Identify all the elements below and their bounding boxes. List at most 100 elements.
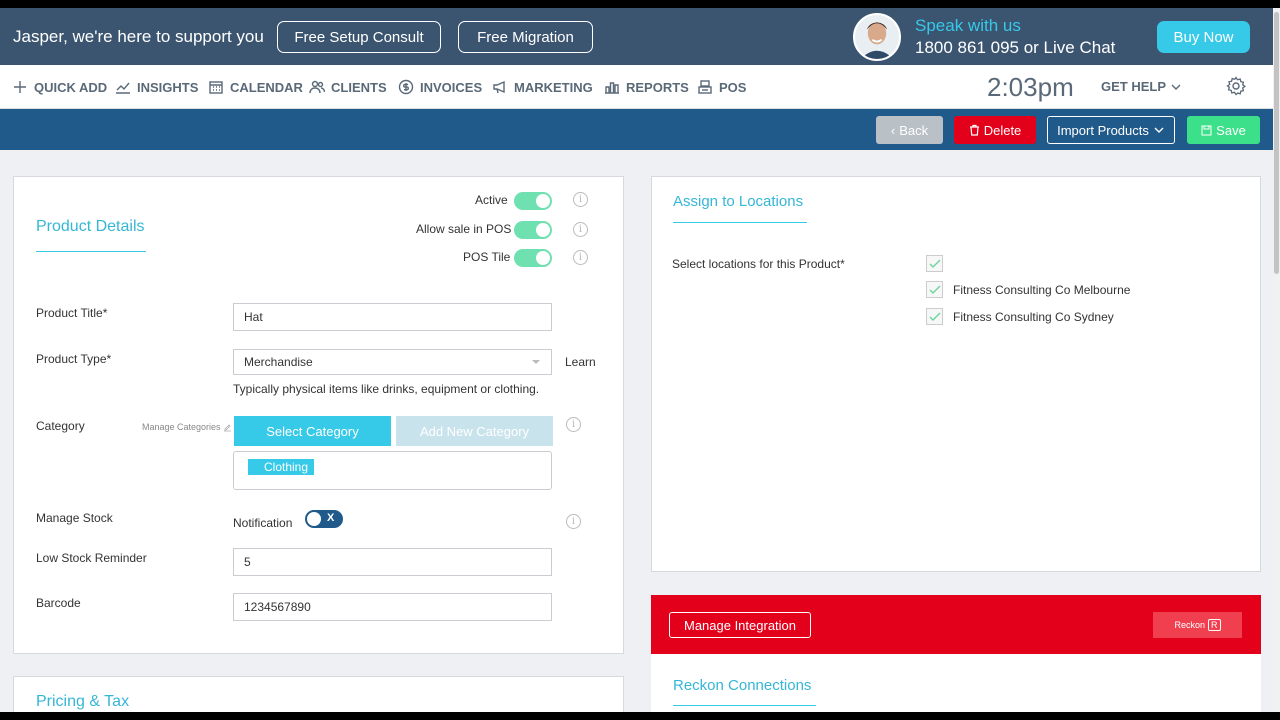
category-label: Category (36, 419, 85, 433)
page: Jasper, we're here to support you Free S… (0, 8, 1273, 712)
product-details-title: Product Details (36, 218, 145, 235)
plus-icon (14, 81, 26, 93)
low-stock-label: Low Stock Reminder (36, 551, 147, 565)
active-label: Active (475, 193, 508, 207)
nav-label: CALENDAR (230, 79, 303, 95)
support-bar: Jasper, we're here to support you Free S… (0, 8, 1273, 65)
nav-marketing[interactable]: MARKETING (492, 79, 593, 95)
megaphone-icon (493, 80, 505, 94)
save-label: Save (1216, 122, 1246, 138)
back-button[interactable]: ‹ Back (876, 116, 943, 144)
support-message: Jasper, we're here to support you (13, 27, 264, 46)
manage-categories-label: Manage Categories (142, 422, 221, 432)
assign-locations-card: Assign to Locations Select locations for… (651, 176, 1261, 572)
learn-link[interactable]: Learn (565, 355, 596, 369)
check-icon (929, 259, 941, 269)
manage-categories-link[interactable]: Manage Categories (142, 422, 232, 432)
gear-icon[interactable] (1226, 76, 1246, 96)
dollar-circle-icon (398, 79, 414, 95)
manage-stock-label: Manage Stock (36, 511, 113, 525)
integration-header: Manage Integration Reckon R (651, 595, 1261, 654)
notification-toggle[interactable]: X (305, 510, 343, 528)
nav-calendar[interactable]: CALENDAR (208, 79, 303, 95)
current-time: 2:03pm (987, 72, 1074, 102)
add-new-category-button[interactable]: Add New Category (396, 416, 553, 446)
title-underline (673, 705, 816, 706)
nav-quick-add[interactable]: QUICK ADD (12, 79, 107, 95)
save-icon (1201, 125, 1212, 135)
integration-card: Manage Integration Reckon R Reckon Conne… (651, 595, 1261, 712)
select-locations-label: Select locations for this Product* (672, 257, 845, 271)
delete-button[interactable]: Delete (954, 116, 1036, 144)
nav-pos[interactable]: POS (697, 79, 746, 95)
product-type-select[interactable]: Merchandise (233, 349, 552, 375)
product-title-input[interactable]: Hat (233, 303, 552, 331)
location-checkbox-melbourne[interactable] (926, 281, 943, 298)
product-type-hint: Typically physical items like drinks, eq… (233, 382, 540, 396)
info-icon[interactable]: i (573, 222, 588, 237)
import-label: Import Products (1057, 122, 1149, 138)
manage-integration-button[interactable]: Manage Integration (669, 612, 811, 638)
info-icon[interactable]: i (573, 192, 588, 207)
back-label: Back (899, 122, 929, 138)
location-checkbox-sydney[interactable] (926, 308, 943, 325)
location-label-sydney: Fitness Consulting Co Sydney (953, 310, 1114, 324)
pos-tile-toggle[interactable] (514, 249, 552, 267)
free-setup-consult-button[interactable]: Free Setup Consult (277, 21, 441, 53)
delete-label: Delete (983, 122, 1022, 138)
support-phone[interactable]: 1800 861 095 or Live Chat (915, 38, 1115, 58)
info-icon[interactable]: i (573, 250, 588, 265)
nav-label: MARKETING (514, 79, 593, 95)
allow-pos-toggle[interactable] (514, 221, 552, 239)
users-icon (309, 80, 325, 94)
product-type-label: Product Type* (36, 352, 112, 366)
toggle-off-mark: X (327, 512, 335, 524)
bar-chart-icon (605, 82, 619, 94)
import-products-dropdown[interactable]: Import Products (1047, 116, 1175, 144)
buy-now-button[interactable]: Buy Now (1157, 21, 1250, 53)
nav-reports[interactable]: REPORTS (604, 79, 689, 95)
category-tags-box[interactable]: Clothing (233, 451, 552, 490)
speak-with-us: Speak with us (915, 16, 1021, 35)
line-chart-icon (116, 82, 130, 94)
free-migration-button[interactable]: Free Migration (458, 21, 593, 53)
nav-label: REPORTS (626, 79, 689, 95)
product-type-value: Merchandise (244, 355, 313, 369)
get-help-label: GET HELP (1101, 79, 1167, 94)
location-label-melbourne: Fitness Consulting Co Melbourne (953, 283, 1131, 297)
toggle-knob (307, 512, 321, 526)
nav-clients[interactable]: CLIENTS (309, 79, 387, 95)
pricing-tax-card: Pricing & Tax (13, 676, 624, 712)
scrollbar-thumb[interactable] (1274, 12, 1279, 274)
nav-invoices[interactable]: INVOICES (398, 79, 482, 95)
active-toggle[interactable] (514, 192, 552, 210)
calendar-icon (209, 81, 223, 94)
reckon-logo-text: Reckon (1174, 620, 1205, 630)
pricing-tax-title: Pricing & Tax (36, 693, 130, 710)
support-agent-avatar (853, 13, 901, 61)
barcode-label: Barcode (36, 596, 81, 610)
low-stock-input[interactable]: 5 (233, 548, 552, 576)
save-button[interactable]: Save (1187, 116, 1260, 144)
allow-pos-label: Allow sale in POS (416, 222, 512, 236)
chevron-down-icon (1171, 84, 1181, 90)
category-tag-clothing[interactable]: Clothing (248, 459, 315, 475)
action-bar: ‹ Back Delete Import Products Save (0, 109, 1273, 150)
nav-label: QUICK ADD (34, 79, 108, 95)
select-all-checkbox[interactable] (926, 255, 943, 272)
select-category-button[interactable]: Select Category (234, 416, 391, 446)
barcode-input[interactable]: 1234567890 (233, 593, 552, 621)
product-details-card: Product Details Active i Allow sale in P… (13, 176, 624, 654)
chevron-left-icon: ‹ (890, 122, 896, 138)
info-icon[interactable]: i (566, 514, 581, 529)
nav-label: INSIGHTS (137, 79, 199, 95)
title-underline (673, 222, 807, 223)
chevron-down-icon (1154, 127, 1164, 133)
trash-icon (969, 124, 979, 136)
edit-icon (223, 423, 231, 431)
get-help-menu[interactable]: GET HELP (1101, 79, 1182, 94)
product-title-label: Product Title* (36, 306, 108, 320)
nav-insights[interactable]: INSIGHTS (115, 79, 198, 95)
reckon-connections-title: Reckon Connections (673, 677, 812, 694)
info-icon[interactable]: i (566, 417, 581, 432)
